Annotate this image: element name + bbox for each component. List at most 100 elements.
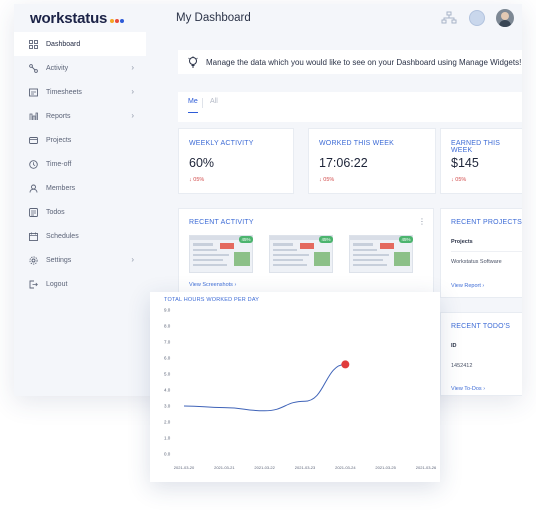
recent-activity-card: RECENT ACTIVITY ⋮ 45% 45% 45% View Screens… — [178, 208, 434, 298]
sidebar-item-label: Reports — [46, 112, 71, 120]
schedules-icon — [28, 231, 38, 241]
stat-label: WORKED THIS WEEK — [319, 140, 395, 147]
dashboard-icon — [28, 39, 38, 49]
divider — [451, 251, 522, 252]
tab-divider — [202, 98, 203, 108]
chevron-right-icon: › — [131, 63, 134, 72]
stat-value: $145 — [451, 156, 479, 170]
view-screenshots-link[interactable]: View Screenshots › — [189, 282, 236, 288]
y-tick-label: 1.0 — [164, 436, 171, 441]
activity-icon — [28, 63, 38, 73]
activity-badge: 45% — [319, 236, 333, 243]
stat-delta: ↓ 05% — [319, 177, 335, 183]
manage-widgets-banner: Manage the data which you would like to … — [178, 50, 522, 74]
lightbulb-icon — [188, 56, 198, 68]
x-tick-label: 2021-03-25 — [375, 465, 396, 470]
sidebar: « DashboardActivity›Timesheets›Reports›P… — [14, 32, 146, 396]
time-off-icon — [28, 159, 38, 169]
x-tick-label: 2021-03-20 — [174, 465, 195, 470]
arrow-down-icon: ↓ — [189, 177, 192, 183]
sidebar-item-label: Dashboard — [46, 40, 81, 48]
top-icons — [440, 9, 514, 27]
sidebar-item-settings[interactable]: Settings › — [14, 248, 146, 272]
stat-label: WEEKLY ACTIVITY — [189, 140, 254, 147]
recent-projects-card: RECENT PROJECTS Projects Workstatus Soft… — [440, 208, 522, 298]
sidebar-item-label: Activity — [46, 64, 69, 72]
globe-icon[interactable] — [468, 9, 486, 27]
sidebar-item-label: Schedules — [46, 232, 79, 240]
highlighted-point — [341, 360, 350, 369]
x-tick-label: 2021-03-23 — [295, 465, 316, 470]
arrow-down-icon: ↓ — [451, 177, 454, 183]
stat-delta: ↓ 05% — [451, 177, 467, 183]
weekly-activity-card: WEEKLY ACTIVITY 60% ↓ 05% — [178, 128, 294, 194]
stat-value: 60% — [189, 156, 215, 170]
more-options-icon[interactable]: ⋮ — [418, 217, 426, 226]
sidebar-item-label: Members — [46, 184, 76, 192]
y-tick-label: 9.0 — [164, 308, 171, 313]
avatar[interactable] — [496, 9, 514, 27]
chevron-right-icon: › — [131, 87, 134, 96]
tab-all[interactable]: All — [210, 98, 218, 105]
logo-dots — [109, 10, 125, 27]
y-tick-label: 7.0 — [164, 340, 171, 345]
x-tick-label: 2021-03-22 — [254, 465, 275, 470]
earned-this-week-card: EARNED THIS WEEK $145 ↓ 05% — [440, 128, 522, 194]
banner-text: Manage the data which you would like to … — [206, 57, 522, 67]
chevron-right-icon: › — [131, 255, 134, 264]
arrow-down-icon: ↓ — [319, 177, 322, 183]
sidebar-item-label: Todos — [46, 208, 65, 216]
y-tick-label: 0.0 — [164, 452, 171, 457]
sidebar-item-todos[interactable]: Todos — [14, 200, 146, 224]
members-icon — [28, 183, 38, 193]
activity-badge: 45% — [239, 236, 253, 243]
sidebar-item-schedules[interactable]: Schedules — [14, 224, 146, 248]
recent-activity-title: RECENT ACTIVITY — [189, 219, 254, 226]
logo-text: workstatus — [30, 10, 108, 27]
sidebar-item-projects[interactable]: Projects — [14, 128, 146, 152]
projects-icon — [28, 135, 38, 145]
projects-column-header: Projects — [451, 239, 473, 245]
org-chart-icon[interactable] — [440, 9, 458, 27]
chevron-right-icon: › — [234, 282, 237, 288]
chevron-right-icon: › — [482, 283, 485, 289]
recent-todos-title: RECENT TODO'S — [451, 323, 511, 330]
sidebar-item-logout[interactable]: Logout — [14, 272, 146, 296]
y-tick-label: 5.0 — [164, 372, 171, 377]
timesheets-icon — [28, 87, 38, 97]
view-report-link[interactable]: View Report › — [451, 283, 484, 289]
settings-icon — [28, 255, 38, 265]
sidebar-item-time-off[interactable]: Time-off — [14, 152, 146, 176]
hours-chart-card: TOTAL HOURS WORKED PER DAY 0.0 1.0 2.0 3.0 4… — [150, 292, 440, 482]
stat-value: 17:06:22 — [319, 156, 368, 170]
stat-delta: ↓ 05% — [189, 177, 205, 183]
project-row[interactable]: Workstatus Software — [451, 259, 502, 265]
sidebar-item-members[interactable]: Members — [14, 176, 146, 200]
sidebar-item-dashboard[interactable]: Dashboard — [14, 32, 146, 56]
stat-label: EARNED THIS WEEK — [451, 140, 501, 154]
logout-icon — [28, 279, 38, 289]
y-tick-label: 8.0 — [164, 324, 171, 329]
sidebar-item-label: Timesheets — [46, 88, 82, 96]
y-tick-label: 6.0 — [164, 356, 171, 361]
top-bar: workstatus My Dashboard — [14, 4, 522, 32]
y-tick-label: 2.0 — [164, 420, 171, 425]
chevron-right-icon: › — [131, 111, 134, 120]
todo-row[interactable]: 1452412 — [451, 363, 472, 369]
sidebar-item-reports[interactable]: Reports › — [14, 104, 146, 128]
sidebar-item-label: Projects — [46, 136, 72, 144]
logo[interactable]: workstatus — [30, 10, 125, 27]
tab-me[interactable]: Me — [188, 98, 198, 113]
x-tick-label: 2021-03-26 — [416, 465, 437, 470]
sidebar-item-activity[interactable]: Activity › — [14, 56, 146, 80]
sidebar-item-label: Logout — [46, 280, 68, 288]
chevron-right-icon: › — [483, 386, 486, 392]
x-tick-label: 2021-03-24 — [335, 465, 356, 470]
tabs: Me All — [178, 92, 522, 122]
x-tick-label: 2021-03-21 — [214, 465, 235, 470]
sidebar-item-timesheets[interactable]: Timesheets › — [14, 80, 146, 104]
worked-this-week-card: WORKED THIS WEEK 17:06:22 ↓ 05% — [308, 128, 436, 194]
view-todos-link[interactable]: View To-Dos › — [451, 386, 485, 392]
recent-projects-title: RECENT PROJECTS — [451, 219, 522, 226]
id-column-header: ID — [451, 343, 457, 349]
